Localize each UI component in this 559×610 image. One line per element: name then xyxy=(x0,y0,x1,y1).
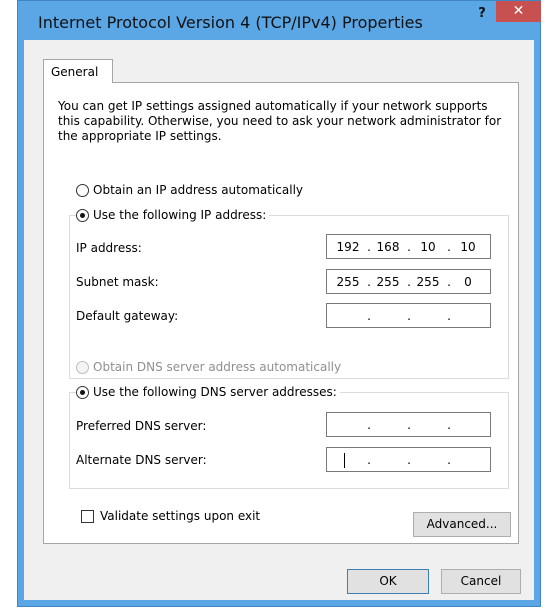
validate-checkbox[interactable] xyxy=(81,509,94,523)
close-icon: ✕ xyxy=(512,3,525,19)
tab-general[interactable]: General xyxy=(43,59,113,83)
ip-address-field[interactable]: 192 . 168 . 10 . 10 xyxy=(326,234,491,259)
subnet-mask-field[interactable]: 255 . 255 . 255 . 0 xyxy=(326,269,491,294)
default-gateway-field[interactable]: . . . xyxy=(326,303,491,328)
dns-manual-option[interactable]: Use the following DNS server addresses: xyxy=(76,385,340,399)
cancel-button[interactable]: Cancel xyxy=(441,569,521,594)
ip-manual-label: Use the following IP address: xyxy=(93,208,267,222)
alternate-dns-field[interactable]: . . . xyxy=(326,447,491,472)
ok-button[interactable]: OK xyxy=(347,569,429,594)
alternate-dns-label: Alternate DNS server: xyxy=(76,453,207,467)
dns-auto-label: Obtain DNS server address automatically xyxy=(93,360,342,374)
validate-label: Validate settings upon exit xyxy=(100,509,261,523)
validate-option[interactable]: Validate settings upon exit xyxy=(81,509,260,523)
general-tab-page: You can get IP settings assigned automat… xyxy=(43,82,519,544)
title-bar[interactable]: Internet Protocol Version 4 (TCP/IPv4) P… xyxy=(18,1,541,41)
dns-manual-label: Use the following DNS server addresses: xyxy=(93,385,337,399)
text-caret xyxy=(344,453,345,468)
window-title: Internet Protocol Version 4 (TCP/IPv4) P… xyxy=(38,13,423,32)
dns-auto-option[interactable]: Obtain DNS server address automatically xyxy=(76,360,345,374)
dns-auto-radio[interactable] xyxy=(76,360,89,374)
ip-manual-radio[interactable] xyxy=(76,208,89,222)
dialog-window: Internet Protocol Version 4 (TCP/IPv4) P… xyxy=(17,0,541,607)
ip-auto-option[interactable]: Obtain an IP address automatically xyxy=(76,183,307,197)
default-gateway-label: Default gateway: xyxy=(76,309,179,323)
preferred-dns-field[interactable]: . . . xyxy=(326,412,491,437)
preferred-dns-label: Preferred DNS server: xyxy=(76,419,207,433)
ip-auto-label: Obtain an IP address automatically xyxy=(93,183,304,197)
close-button[interactable]: ✕ xyxy=(496,1,541,22)
dns-server-group xyxy=(69,392,509,489)
ip-manual-option[interactable]: Use the following IP address: xyxy=(76,208,270,222)
ip-auto-radio[interactable] xyxy=(76,183,89,197)
help-button[interactable]: ? xyxy=(472,4,492,24)
ip-address-label: IP address: xyxy=(76,241,142,255)
description-text: You can get IP settings assigned automat… xyxy=(58,99,502,143)
dialog-client-area: General You can get IP settings assigned… xyxy=(24,40,534,600)
subnet-mask-label: Subnet mask: xyxy=(76,275,159,289)
dns-manual-radio[interactable] xyxy=(76,385,89,399)
advanced-button[interactable]: Advanced... xyxy=(413,512,511,537)
